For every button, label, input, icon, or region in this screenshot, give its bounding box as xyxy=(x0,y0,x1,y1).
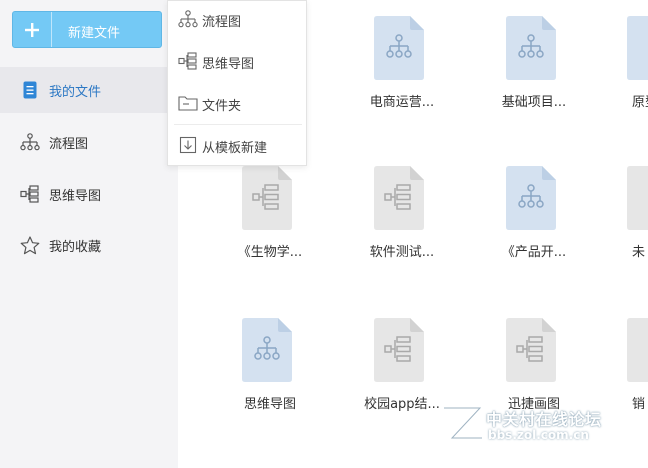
flowchart-icon xyxy=(178,10,198,28)
sidebar: 新建文件 我的文件 流程图 思维导图 我的收藏 xyxy=(0,0,178,468)
folder-icon xyxy=(178,94,198,112)
watermark-url: bbs.zol.com.cn xyxy=(488,428,589,442)
file-name: 未 xyxy=(632,245,646,260)
watermark-cn: 中关村在线论坛 xyxy=(486,410,602,429)
dropdown-item-label: 从模板新建 xyxy=(202,141,268,156)
dropdown-item-folder[interactable]: 文件夹 xyxy=(168,85,308,121)
sidebar-item-flowchart[interactable]: 流程图 xyxy=(0,119,178,165)
flowchart-file-icon xyxy=(374,16,424,80)
button-separator xyxy=(51,12,52,47)
plus-icon xyxy=(13,12,51,47)
flowchart-icon xyxy=(19,132,41,152)
mindmap-file-icon xyxy=(374,318,424,382)
file-item[interactable]: 思维导图 xyxy=(210,318,330,428)
mindmap-file-icon xyxy=(374,166,424,230)
flowchart-file-icon xyxy=(627,16,648,80)
dropdown-item-label: 思维导图 xyxy=(202,57,255,72)
dropdown-item-template[interactable]: 从模板新建 xyxy=(168,127,308,163)
dropdown-item-label: 流程图 xyxy=(202,15,242,30)
sidebar-item-label: 思维导图 xyxy=(49,189,102,204)
flowchart-file-icon xyxy=(242,318,292,382)
new-file-label: 新建文件 xyxy=(68,26,121,41)
mindmap-file-icon xyxy=(242,166,292,230)
flowchart-file-icon xyxy=(506,166,556,230)
flowchart-file-icon xyxy=(506,16,556,80)
template-icon xyxy=(178,136,198,154)
mindmap-file-icon xyxy=(627,318,648,382)
file-item[interactable]: 未 xyxy=(596,166,648,276)
mindmap-icon xyxy=(178,52,198,70)
watermark: 中关村在线论坛 bbs.zol.com.cn xyxy=(440,400,648,468)
sidebar-item-label: 我的收藏 xyxy=(49,240,102,255)
new-file-dropdown: 流程图 思维导图 文件夹 从模板新建 xyxy=(167,0,307,166)
file-item[interactable]: 基础项目... xyxy=(474,16,594,126)
document-icon xyxy=(19,80,41,100)
mindmap-icon xyxy=(19,184,41,204)
file-name: 电商运营... xyxy=(369,95,435,110)
file-item[interactable]: 原型 xyxy=(596,16,648,126)
dropdown-item-mindmap[interactable]: 思维导图 xyxy=(168,43,308,79)
file-item[interactable]: 《产品开... xyxy=(474,166,594,276)
file-item[interactable]: 电商运营... xyxy=(342,16,462,126)
mindmap-file-icon xyxy=(627,166,648,230)
sidebar-item-label: 我的文件 xyxy=(49,85,102,100)
star-icon xyxy=(19,235,41,255)
dropdown-item-label: 文件夹 xyxy=(202,99,242,114)
file-item[interactable]: 《生物学... xyxy=(210,166,330,276)
sidebar-item-favorites[interactable]: 我的收藏 xyxy=(0,222,178,268)
dropdown-divider xyxy=(174,124,302,125)
file-item[interactable]: 软件测试... xyxy=(342,166,462,276)
file-name: 基础项目... xyxy=(501,95,567,110)
file-name: 思维导图 xyxy=(243,397,296,412)
sidebar-item-my-files[interactable]: 我的文件 xyxy=(0,67,178,113)
file-name: 《产品开... xyxy=(501,245,567,260)
mindmap-file-icon xyxy=(506,318,556,382)
sidebar-item-mindmap[interactable]: 思维导图 xyxy=(0,171,178,217)
zol-logo-icon xyxy=(444,405,483,441)
sidebar-item-label: 流程图 xyxy=(49,137,89,152)
file-name: 《生物学... xyxy=(237,245,303,260)
file-name: 软件测试... xyxy=(369,245,435,260)
file-name: 原型 xyxy=(632,95,648,110)
new-file-button[interactable]: 新建文件 xyxy=(12,11,162,48)
dropdown-item-flowchart[interactable]: 流程图 xyxy=(168,1,308,37)
